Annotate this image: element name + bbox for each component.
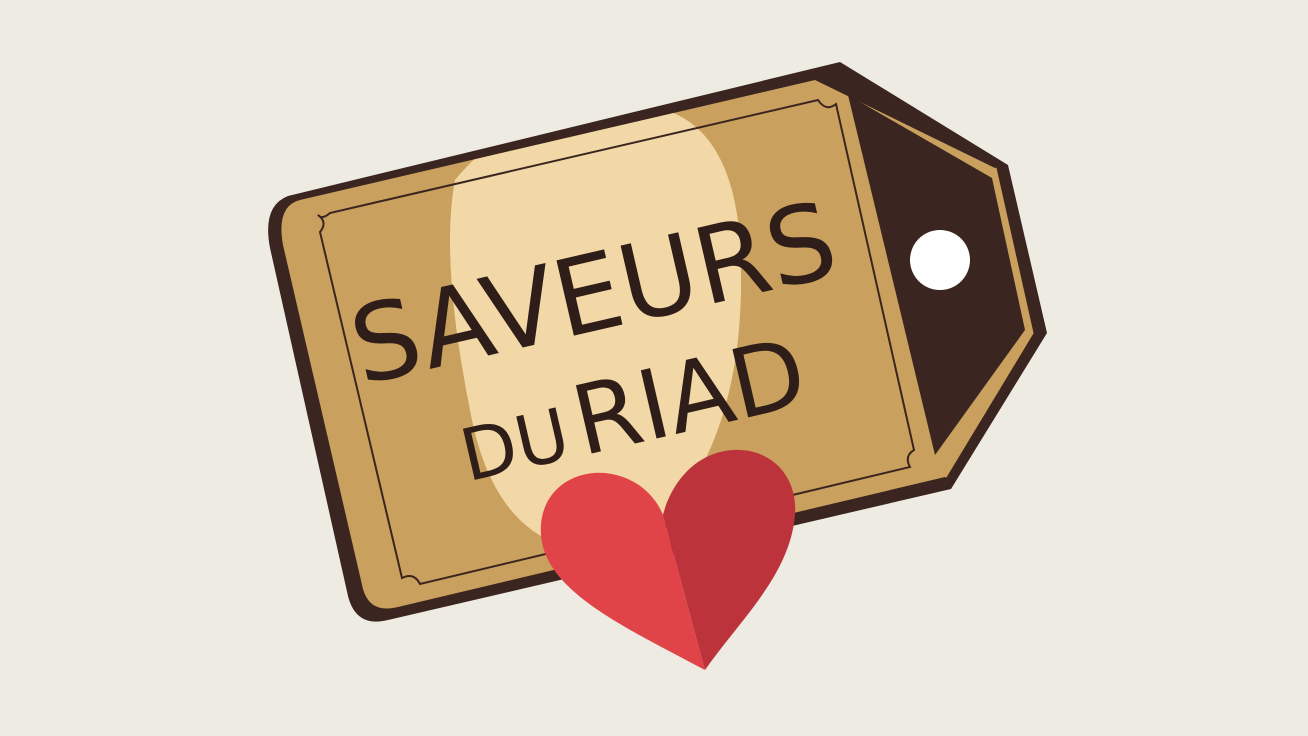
logo-canvas: SAVEURS DU RIAD — [268, 62, 1047, 670]
tag-hole — [910, 230, 970, 290]
